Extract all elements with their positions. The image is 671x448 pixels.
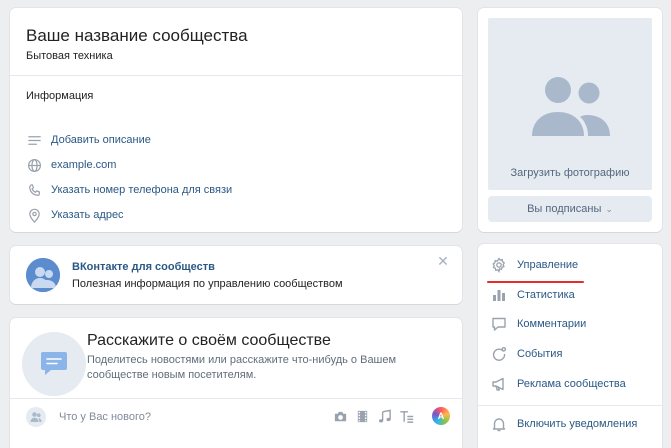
info-section-title: Информация [26,90,94,102]
chevron-down-icon: ⌄ [605,203,613,214]
website-label: example.com [51,159,117,171]
menu-item-comments[interactable]: Комментарии [490,315,586,333]
camera-icon[interactable] [332,408,348,424]
menu-item-notifications[interactable]: Включить уведомления [490,415,637,433]
community-photo-card: Загрузить фотографию Вы подписаны ⌄ [478,8,662,232]
upload-photo-label: Загрузить фотографию [510,167,630,179]
menu-label-statistics: Статистика [517,289,575,301]
community-status[interactable]: Бытовая техника [26,50,113,62]
poster-color-icon[interactable]: A [432,407,450,425]
close-icon[interactable]: ✕ [436,254,450,268]
subscribed-button[interactable]: Вы подписаны ⌄ [488,196,652,222]
globe-icon [26,157,42,173]
gear-icon [490,257,507,274]
menu-label-events: События [517,348,563,360]
add-address-link[interactable]: Указать адрес [26,206,124,224]
add-phone-link[interactable]: Указать номер телефона для связи [26,181,232,199]
website-link[interactable]: example.com [26,156,116,174]
post-tools: A [326,407,450,425]
divider [478,405,662,406]
subscribed-label: Вы подписаны [527,203,602,215]
community-name[interactable]: Ваше название сообщества [26,26,248,46]
add-phone-label: Указать номер телефона для связи [51,184,233,196]
bell-icon [490,416,507,433]
menu-item-statistics[interactable]: Статистика [490,286,575,304]
promo-card: ВКонтакте для сообществ Полезная информа… [10,246,462,304]
about-icon-circle [22,332,86,396]
menu-label-comments: Комментарии [517,318,587,330]
users-placeholder-icon [532,77,610,136]
promo-title-link[interactable]: ВКонтакте для сообществ [72,261,215,273]
highlight-underline [487,281,584,283]
about-description: Поделитесь новостями или расскажите что-… [87,354,397,381]
text-format-icon[interactable] [398,408,414,424]
add-description-label: Добавить описание [51,134,151,146]
promo-text: Полезная информация по управлению сообще… [72,278,343,290]
new-post-input[interactable]: Что у Вас нового? [59,411,151,423]
chat-bubble-icon [41,352,67,375]
comment-icon [490,316,507,333]
location-pin-icon [26,207,42,223]
author-avatar [26,407,46,427]
video-icon[interactable] [354,408,370,424]
phone-icon [26,182,42,198]
promo-avatar [26,258,60,292]
music-icon[interactable] [376,408,392,424]
about-title: Расскажите о своём сообществе [87,332,331,349]
users-icon [30,412,42,422]
add-description-link[interactable]: Добавить описание [26,131,151,149]
events-icon [490,346,507,363]
menu-item-management[interactable]: Управление [490,256,578,274]
menu-item-ads[interactable]: Реклама сообщества [490,375,626,393]
megaphone-icon [490,376,507,393]
divider [10,398,462,399]
lines-icon [26,132,42,148]
community-icon [26,258,60,292]
community-info-card: Ваше название сообщества Бытовая техника… [10,8,462,232]
bar-chart-icon [490,287,507,304]
menu-item-events[interactable]: События [490,345,562,363]
menu-label-ads: Реклама сообщества [517,378,626,390]
about-community-card: Расскажите о своём сообществе Поделитесь… [10,318,462,448]
upload-photo-area[interactable]: Загрузить фотографию [488,18,652,190]
menu-label-management: Управление [517,259,579,271]
community-menu: Управление Статистика Комментарии Событи… [478,244,662,448]
menu-label-notifications: Включить уведомления [517,418,638,430]
add-address-label: Указать адрес [51,209,124,221]
divider [10,75,462,76]
poster-color-glyph: A [437,411,445,421]
